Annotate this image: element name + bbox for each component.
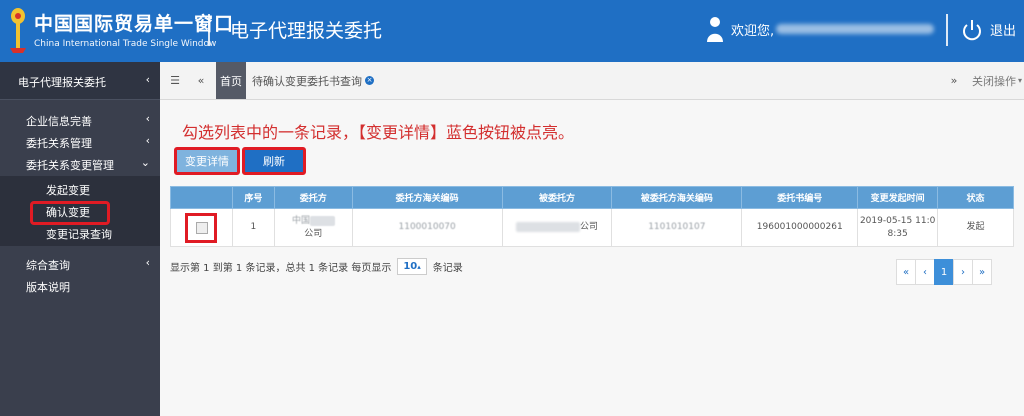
logout-link[interactable]: 退出 — [990, 20, 1016, 39]
top-header: 中国国际贸易单一窗口 China International Trade Sin… — [0, 0, 1024, 62]
cell-change-time: 2019-05-15 11:0 8:35 — [857, 208, 939, 247]
sidebar-item-label: 委托关系变更管理 — [26, 159, 114, 172]
menu-toggle-icon[interactable]: ☰ — [166, 62, 184, 99]
chevron-down-icon: ⌄ — [140, 156, 150, 169]
table-header-row: 序号 委托方 委托方海关编码 被委托方 被委托方海关编码 委托书编号 变更发起时… — [170, 186, 1014, 209]
chevron-left-icon: ‹ — [145, 256, 150, 269]
row-select-cell — [170, 208, 233, 247]
brand-subtitle: China International Trade Single Window — [34, 39, 217, 49]
header-divider-right — [946, 14, 948, 46]
cell-agent: 公司 — [501, 208, 613, 247]
close-operations-menu[interactable]: 关闭操作 ▾ — [972, 62, 1022, 99]
power-icon[interactable] — [962, 19, 982, 41]
next-page-button[interactable]: › — [953, 259, 973, 285]
sidebar-header[interactable]: 电子代理报关委托 ‹ — [0, 62, 160, 100]
first-page-button[interactable]: « — [896, 259, 916, 285]
col-client-code: 委托方海关编码 — [351, 186, 503, 209]
cell-client: 中国XXXX 公司 — [273, 208, 353, 247]
page-button-current[interactable]: 1 — [934, 259, 954, 285]
sidebar-item-start-change[interactable]: 发起变更 — [0, 180, 160, 198]
client-name-line1: 中国 — [291, 215, 310, 226]
change-time-line1: 2019-05-15 11:0 — [859, 215, 936, 226]
sidebar-item-relation-manage[interactable]: 委托关系管理 ‹ — [0, 132, 160, 152]
highlight-box — [185, 212, 218, 243]
sidebar-item-label: 发起变更 — [46, 184, 90, 197]
username-redacted — [776, 24, 934, 34]
client-code-text: 1100010070 — [398, 222, 456, 232]
col-agent: 被委托方 — [501, 186, 613, 209]
tab-bar: ☰ « 首页 待确认变更委托书查询 × » 关闭操作 ▾ — [160, 62, 1024, 100]
sidebar-item-label: 企业信息完善 — [26, 115, 92, 128]
pagination: « ‹ 1 › » — [896, 259, 992, 285]
tab-home[interactable]: 首页 — [216, 62, 246, 99]
pagination-unit: 条记录 — [432, 263, 463, 274]
brand-title: 中国国际贸易单一窗口 — [34, 13, 235, 35]
page-size-value: 10 — [403, 261, 418, 272]
sidebar-item-label: 委托关系管理 — [26, 137, 92, 150]
cell-seq: 1 — [231, 208, 275, 247]
pagination-text: 显示第 1 到第 1 条记录，总共 1 条记录 每页显示 — [170, 263, 392, 274]
caret-down-icon: ▾ — [1018, 76, 1023, 85]
header-divider — [208, 14, 210, 46]
app-title: 电子代理报关委托 — [230, 20, 383, 42]
page-size-select[interactable]: 10▴ — [397, 258, 427, 275]
sidebar: 电子代理报关委托 ‹ 企业信息完善 ‹ 委托关系管理 ‹ 委托关系变更管理 ⌄ … — [0, 62, 160, 416]
col-client: 委托方 — [273, 186, 353, 209]
caret-up-icon: ▴ — [417, 263, 421, 271]
refresh-button[interactable]: 刷新 — [242, 147, 306, 175]
cell-client-code: 1100010070 — [351, 208, 503, 247]
annotation-text: 勾选列表中的一条记录，【变更详情】蓝色按钮被点亮。 — [182, 123, 575, 142]
col-change-time: 变更发起时间 — [857, 186, 939, 209]
sidebar-item-change-records[interactable]: 变更记录查询 — [0, 224, 160, 242]
client-name-line2: 公司 — [304, 228, 323, 239]
close-icon[interactable]: × — [365, 76, 374, 85]
tab-pending-confirm[interactable]: 待确认变更委托书查询 × — [252, 62, 377, 99]
agent-name-suffix: 公司 — [579, 222, 598, 232]
sidebar-header-label: 电子代理报关委托 — [18, 76, 106, 89]
chevron-left-icon: ‹ — [145, 134, 150, 147]
sidebar-item-label: 变更记录查询 — [46, 228, 112, 241]
tab-label: 待确认变更委托书查询 — [252, 74, 362, 88]
col-book-no: 委托书编号 — [741, 186, 859, 209]
highlight-box — [30, 201, 110, 225]
sidebar-item-label: 版本说明 — [26, 281, 70, 294]
user-icon — [707, 17, 723, 42]
sidebar-item-query[interactable]: 综合查询 ‹ — [0, 254, 160, 274]
sidebar-item-label: 综合查询 — [26, 259, 70, 272]
chevron-left-icon: ‹ — [145, 112, 150, 125]
row-checkbox[interactable] — [196, 221, 209, 234]
sidebar-item-relation-change[interactable]: 委托关系变更管理 ⌄ — [0, 154, 160, 174]
chevron-left-icon: ‹ — [145, 73, 150, 86]
agent-name-redacted — [515, 221, 580, 232]
col-seq: 序号 — [231, 186, 275, 209]
cell-agent-code: 1101010107 — [611, 208, 743, 247]
records-table: 序号 委托方 委托方海关编码 被委托方 被委托方海关编码 委托书编号 变更发起时… — [170, 186, 1014, 247]
table-row[interactable]: 1 中国XXXX 公司 1100010070 公司 1101010107 196… — [170, 208, 1014, 247]
emblem-icon — [10, 8, 26, 53]
pagination-info: 显示第 1 到第 1 条记录，总共 1 条记录 每页显示 10▴ 条记录 — [170, 258, 463, 275]
last-page-button[interactable]: » — [972, 259, 992, 285]
main-content: 勾选列表中的一条记录，【变更详情】蓝色按钮被点亮。 变更详情 刷新 序号 委托方… — [160, 100, 1024, 416]
double-left-icon[interactable]: « — [192, 62, 210, 99]
change-detail-button[interactable]: 变更详情 — [174, 147, 240, 175]
double-right-icon[interactable]: » — [946, 62, 962, 99]
close-ops-label: 关闭操作 — [972, 74, 1016, 88]
app: 中国国际贸易单一窗口 China International Trade Sin… — [0, 0, 1024, 416]
col-agent-code: 被委托方海关编码 — [611, 186, 743, 209]
col-status: 状态 — [937, 186, 1014, 209]
welcome-text: 欢迎您, — [731, 24, 775, 39]
cell-status: 发起 — [937, 208, 1014, 247]
sidebar-item-version[interactable]: 版本说明 — [0, 276, 160, 296]
agent-code-text: 1101010107 — [648, 222, 706, 232]
sidebar-item-company-info[interactable]: 企业信息完善 ‹ — [0, 110, 160, 130]
prev-page-button[interactable]: ‹ — [915, 259, 935, 285]
change-time-line2: 8:35 — [887, 228, 908, 239]
cell-book-no: 196001000000261 — [741, 208, 859, 247]
col-select — [170, 186, 233, 209]
